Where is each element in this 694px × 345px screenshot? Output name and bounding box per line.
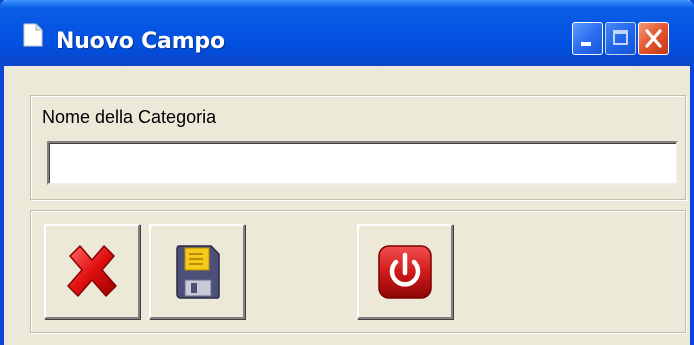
close-button[interactable] [638,22,669,55]
category-name-input[interactable] [47,141,678,185]
cancel-button[interactable] [44,224,140,319]
minimize-button[interactable] [572,22,603,55]
exit-button[interactable] [357,224,453,319]
close-icon [645,29,662,48]
maximize-button[interactable] [605,22,636,55]
power-icon [378,244,432,299]
title-bar[interactable]: Nuovo Campo [0,0,694,66]
document-icon [23,23,43,47]
category-name-label: Nome della Categoria [42,107,217,127]
maximize-icon [613,30,628,45]
window-title: Nuovo Campo [56,29,225,54]
floppy-disk-icon [176,244,220,299]
red-x-icon [67,244,117,297]
save-button[interactable] [149,224,245,319]
minimize-icon [581,42,591,46]
